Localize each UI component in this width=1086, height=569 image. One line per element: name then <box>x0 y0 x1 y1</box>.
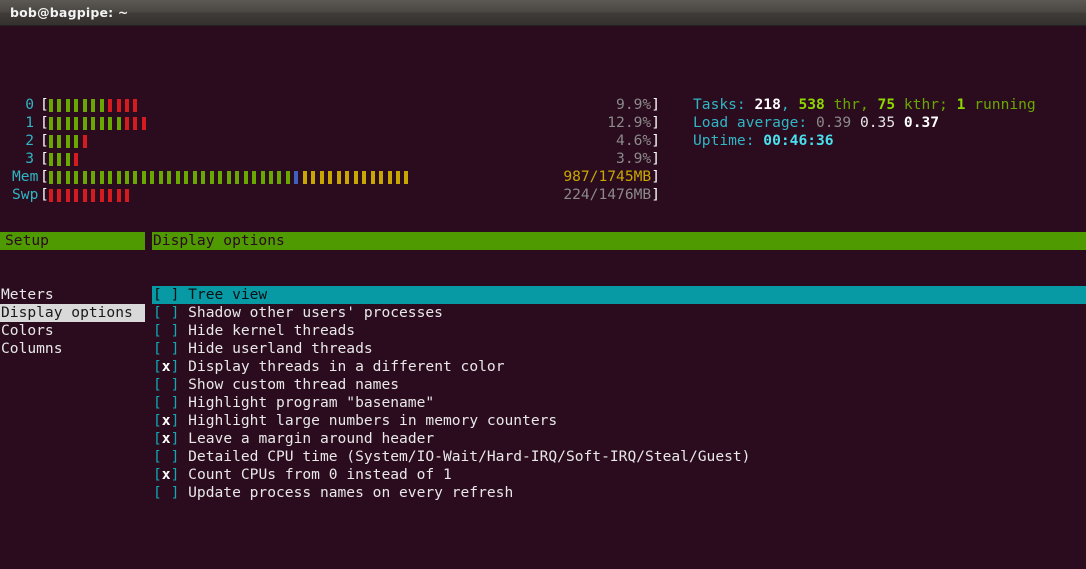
option-label: Highlight program "basename" <box>179 394 434 411</box>
option-label: Count CPUs from 0 instead of 1 <box>179 466 451 483</box>
cpu-meter-1-label: 1 <box>0 114 40 132</box>
option-row[interactable]: [ ] Update process names on every refres… <box>152 484 1086 502</box>
option-checkbox[interactable]: [x] <box>153 466 179 483</box>
option-checkbox[interactable]: [x] <box>153 358 179 375</box>
cpu-meter-0: 0[9.9%] <box>0 96 660 114</box>
tasks-line: Tasks: 218, 538 thr, 75 kthr; 1 running <box>693 96 1036 114</box>
setup-panels: Setup MetersDisplay optionsColorsColumns… <box>0 196 1086 268</box>
window-title-bar: bob@bagpipe: ~ <box>0 0 1086 26</box>
option-label: Detailed CPU time (System/IO-Wait/Hard-I… <box>179 448 750 465</box>
option-label: Shadow other users' processes <box>179 304 443 321</box>
uptime-line: Uptime: 00:46:36 <box>693 132 1036 150</box>
option-row[interactable]: [ ] Detailed CPU time (System/IO-Wait/Ha… <box>152 448 1086 466</box>
option-checkbox[interactable]: [ ] <box>153 484 179 501</box>
sidebar-item-colors[interactable]: Colors <box>0 322 145 340</box>
sidebar-item-display-options[interactable]: Display options <box>0 304 145 322</box>
cpu-meter-3-bars <box>49 153 83 166</box>
option-row[interactable]: [ ] Tree view <box>152 286 1086 304</box>
cpu-meter-3-label: 3 <box>0 150 40 168</box>
option-label: Highlight large numbers in memory counte… <box>179 412 557 429</box>
option-checkbox[interactable]: [ ] <box>153 322 179 339</box>
option-row[interactable]: [x] Count CPUs from 0 instead of 1 <box>152 466 1086 484</box>
option-label: Show custom thread names <box>179 376 399 393</box>
cpu-meter-1-bars <box>49 117 151 130</box>
stats-column: Tasks: 218, 538 thr, 75 kthr; 1 runningL… <box>693 96 1036 150</box>
option-row[interactable]: [ ] Highlight program "basename" <box>152 394 1086 412</box>
option-row[interactable]: [ ] Show custom thread names <box>152 376 1086 394</box>
bracket-open-icon: [ <box>40 114 49 132</box>
cpu-meter-2-bars <box>49 135 91 148</box>
option-checkbox[interactable]: [x] <box>153 412 179 429</box>
option-row[interactable]: [ ] Hide kernel threads <box>152 322 1086 340</box>
memory-meter: Mem[987/1745MB] <box>0 168 660 186</box>
option-checkbox[interactable]: [x] <box>153 430 179 447</box>
bracket-open-icon: [ <box>40 150 49 168</box>
window-title: bob@bagpipe: ~ <box>10 5 129 20</box>
sidebar-header: Setup <box>0 232 145 250</box>
memory-meter-bars <box>49 171 413 184</box>
sidebar-item-label: Colors <box>1 322 54 339</box>
option-row[interactable]: [x] Highlight large numbers in memory co… <box>152 412 1086 430</box>
cpu-meter-0-label: 0 <box>0 96 40 114</box>
cpu-meter-2-value: 4.6%] <box>616 132 660 150</box>
option-checkbox[interactable]: [ ] <box>153 448 179 465</box>
option-row[interactable]: [ ] Hide userland threads <box>152 340 1086 358</box>
sidebar-item-columns[interactable]: Columns <box>0 340 145 358</box>
bracket-open-icon: [ <box>40 96 49 114</box>
bracket-open-icon: [ <box>40 132 49 150</box>
memory-meter-value: 987/1745MB] <box>563 168 660 186</box>
option-checkbox[interactable]: [ ] <box>153 304 179 321</box>
options-panel-header: Display options <box>152 232 1086 250</box>
cpu-meter-3: 3[3.9%] <box>0 150 660 168</box>
setup-sidebar[interactable]: Setup MetersDisplay optionsColorsColumns <box>0 196 145 394</box>
bracket-open-icon: [ <box>40 168 49 186</box>
option-checkbox[interactable]: [ ] <box>153 340 179 357</box>
option-row[interactable]: [x] Display threads in a different color <box>152 358 1086 376</box>
cpu-meter-2: 2[4.6%] <box>0 132 660 150</box>
option-label: Hide kernel threads <box>179 322 355 339</box>
sidebar-item-label: Meters <box>1 286 54 303</box>
option-row[interactable]: [ ] Shadow other users' processes <box>152 304 1086 322</box>
display-options-panel[interactable]: Display options [ ] Tree view[ ] Shadow … <box>152 196 1086 538</box>
htop-header: 0[9.9%]1[12.9%]2[4.6%]3[3.9%]Mem[987/174… <box>0 80 1086 205</box>
option-checkbox[interactable]: [ ] <box>153 376 179 393</box>
option-checkbox[interactable]: [ ] <box>153 286 179 303</box>
sidebar-item-label: Columns <box>1 340 63 357</box>
cpu-meter-1-value: 12.9%] <box>607 114 660 132</box>
cpu-meter-2-label: 2 <box>0 132 40 150</box>
load-average-line: Load average: 0.39 0.35 0.37 <box>693 114 1036 132</box>
memory-meter-label: Mem <box>0 168 40 186</box>
option-label: Leave a margin around header <box>179 430 434 447</box>
option-label: Display threads in a different color <box>179 358 504 375</box>
terminal-body: 0[9.9%]1[12.9%]2[4.6%]3[3.9%]Mem[987/174… <box>0 26 1086 569</box>
option-label: Tree view <box>179 286 267 303</box>
sidebar-item-label: Display options <box>1 304 133 321</box>
option-checkbox[interactable]: [ ] <box>153 394 179 411</box>
cpu-meter-1: 1[12.9%] <box>0 114 660 132</box>
sidebar-item-meters[interactable]: Meters <box>0 286 145 304</box>
option-row[interactable]: [x] Leave a margin around header <box>152 430 1086 448</box>
cpu-meter-0-bars <box>49 99 142 112</box>
cpu-meter-0-value: 9.9%] <box>616 96 660 114</box>
option-label: Hide userland threads <box>179 340 372 357</box>
option-label: Update process names on every refresh <box>179 484 513 501</box>
cpu-meter-3-value: 3.9%] <box>616 150 660 168</box>
